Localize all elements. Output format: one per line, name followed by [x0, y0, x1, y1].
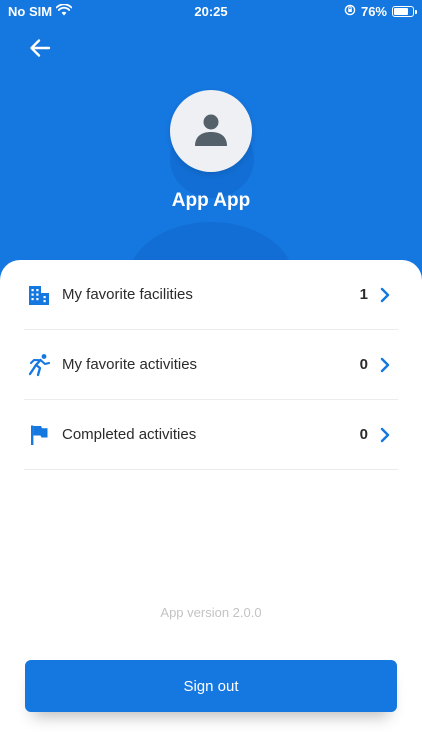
status-bar: No SIM 20:25 76% — [0, 0, 422, 22]
user-icon — [193, 111, 229, 152]
status-indicators: 76% — [344, 4, 417, 19]
user-name: App App — [171, 190, 251, 211]
menu-item-label: My favorite facilities — [62, 286, 193, 303]
menu-item-count: 0 — [359, 426, 368, 443]
running-person-icon — [26, 352, 52, 378]
menu-item-label: Completed activities — [62, 426, 197, 443]
menu-item-completed-activities[interactable]: Completed activities 0 — [24, 400, 398, 470]
arrow-left-icon — [29, 38, 51, 63]
chevron-right-icon — [378, 427, 392, 443]
avatar — [170, 90, 252, 172]
menu-item-favorite-activities[interactable]: My favorite activities 0 — [24, 330, 398, 400]
menu-item-favorite-facilities[interactable]: My favorite facilities 1 — [24, 260, 398, 330]
menu-list: My favorite facilities 1 My favorite act… — [24, 260, 398, 470]
profile-card: My favorite facilities 1 My favorite act… — [0, 260, 422, 750]
sign-out-button[interactable]: Sign out — [25, 660, 397, 712]
menu-item-count: 1 — [359, 286, 368, 303]
chevron-right-icon — [378, 287, 392, 303]
battery-level — [394, 8, 408, 15]
flag-icon — [26, 422, 52, 448]
buildings-icon — [26, 282, 52, 308]
menu-item-count: 0 — [359, 356, 368, 373]
back-button[interactable] — [24, 34, 56, 66]
profile-header: No SIM 20:25 76% App App — [0, 0, 422, 300]
profile-screen: No SIM 20:25 76% App App My favorite fac… — [0, 0, 422, 750]
battery-icon — [392, 6, 417, 17]
chevron-right-icon — [378, 357, 392, 373]
menu-item-label: My favorite activities — [62, 356, 198, 373]
battery-percent: 76% — [360, 4, 387, 19]
app-version: App version 2.0.0 — [160, 605, 262, 620]
orientation-lock-icon — [344, 4, 356, 19]
